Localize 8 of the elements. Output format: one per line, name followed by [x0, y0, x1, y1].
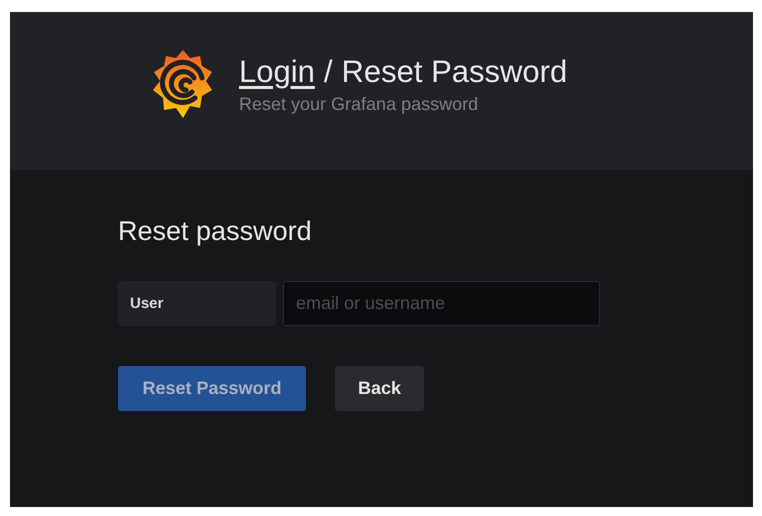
back-button[interactable]: Back — [335, 366, 424, 411]
page-title: Reset Password — [341, 54, 568, 90]
breadcrumb-separator: / — [324, 54, 332, 90]
form-heading: Reset password — [118, 216, 313, 247]
user-label: User — [118, 281, 276, 326]
page-subtitle: Reset your Grafana password — [239, 94, 480, 114]
user-input-field[interactable]: email or username — [283, 281, 600, 326]
login-link[interactable]: Login — [239, 54, 315, 90]
